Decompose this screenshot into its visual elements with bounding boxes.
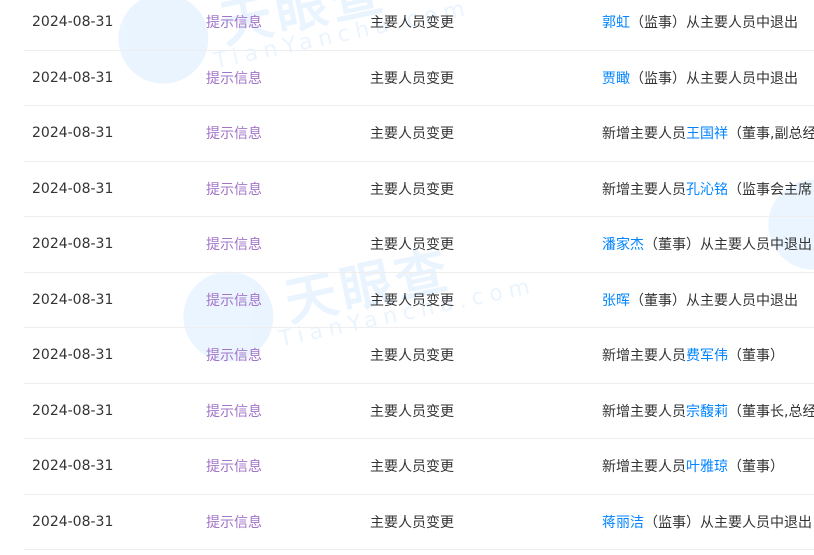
risk-level-label: 提示信息 (206, 292, 262, 309)
row-date: 2024-08-31 (32, 14, 114, 31)
change-type: 主要人员变更 (370, 126, 454, 143)
change-content: 郭虹（监事）从主要人员中退出 (602, 15, 798, 32)
risk-level-label: 提示信息 (206, 348, 262, 365)
risk-level-label: 提示信息 (206, 514, 262, 531)
change-content: 潘家杰（董事）从主要人员中退出 (602, 237, 812, 254)
change-type: 主要人员变更 (370, 403, 454, 420)
table-row: 2024-08-31 提示信息 主要人员变更 新增主要人员叶雅琼（董事） (24, 439, 814, 495)
person-link[interactable]: 蒋丽洁 (602, 515, 644, 531)
person-link[interactable]: 费军伟 (686, 348, 728, 364)
risk-level-label: 提示信息 (206, 237, 262, 254)
change-type: 主要人员变更 (370, 459, 454, 476)
table-row: 2024-08-31 提示信息 主要人员变更 潘家杰（董事）从主要人员中退出 (24, 217, 814, 273)
row-date: 2024-08-31 (32, 402, 114, 419)
change-content: 蒋丽洁（监事）从主要人员中退出 (602, 514, 812, 531)
change-type: 主要人员变更 (370, 348, 454, 365)
change-type: 主要人员变更 (370, 15, 454, 32)
change-content: 新增主要人员叶雅琼（董事） (602, 459, 784, 476)
risk-level-label: 提示信息 (206, 126, 262, 143)
table-row: 2024-08-31 提示信息 主要人员变更 贾瞰（监事）从主要人员中退出 (24, 51, 814, 106)
risk-level-label: 提示信息 (206, 15, 262, 32)
change-type: 主要人员变更 (370, 70, 454, 87)
row-date: 2024-08-31 (32, 458, 114, 475)
person-link[interactable]: 宗馥莉 (686, 404, 728, 420)
table-row: 2024-08-31 提示信息 主要人员变更 新增主要人员孔沁铭（监事会主席 (24, 162, 814, 217)
change-type: 主要人员变更 (370, 292, 454, 309)
person-link[interactable]: 贾瞰 (602, 71, 630, 87)
change-content: 新增主要人员王国祥（董事,副总经 (602, 126, 814, 143)
table-row: 2024-08-31 提示信息 主要人员变更 张晖（董事）从主要人员中退出 (24, 273, 814, 328)
row-date: 2024-08-31 (32, 180, 114, 197)
row-date: 2024-08-31 (32, 236, 114, 253)
change-record-list: 天眼查 TianYancha.com 天眼查 TianYancha.com 20… (0, 0, 814, 555)
change-type: 主要人员变更 (370, 514, 454, 531)
row-date: 2024-08-31 (32, 347, 114, 364)
risk-level-label: 提示信息 (206, 70, 262, 87)
risk-level-label: 提示信息 (206, 403, 262, 420)
table-row: 2024-08-31 提示信息 主要人员变更 蒋丽洁（监事）从主要人员中退出 (24, 495, 814, 550)
change-content: 贾瞰（监事）从主要人员中退出 (602, 70, 798, 87)
table-row: 2024-08-31 提示信息 主要人员变更 新增主要人员费军伟（董事） (24, 328, 814, 384)
row-date: 2024-08-31 (32, 125, 114, 142)
change-type: 主要人员变更 (370, 181, 454, 198)
table-row: 2024-08-31 提示信息 主要人员变更 新增主要人员宗馥莉（董事长,总经 (24, 384, 814, 439)
person-link[interactable]: 王国祥 (686, 126, 728, 142)
change-content: 新增主要人员孔沁铭（监事会主席 (602, 181, 812, 198)
row-date: 2024-08-31 (32, 291, 114, 308)
change-type: 主要人员变更 (370, 237, 454, 254)
person-link[interactable]: 张晖 (602, 293, 630, 309)
table-row: 2024-08-31 提示信息 主要人员变更 郭虹（监事）从主要人员中退出 (24, 0, 814, 51)
risk-level-label: 提示信息 (206, 181, 262, 198)
person-link[interactable]: 叶雅琼 (686, 459, 728, 475)
change-content: 新增主要人员宗馥莉（董事长,总经 (602, 403, 814, 420)
person-link[interactable]: 潘家杰 (602, 237, 644, 253)
change-content: 新增主要人员费军伟（董事） (602, 348, 784, 365)
person-link[interactable]: 郭虹 (602, 15, 630, 31)
row-date: 2024-08-31 (32, 513, 114, 530)
change-content: 张晖（董事）从主要人员中退出 (602, 292, 798, 309)
row-date: 2024-08-31 (32, 69, 114, 86)
table-row: 2024-08-31 提示信息 主要人员变更 新增主要人员王国祥（董事,副总经 (24, 106, 814, 162)
risk-level-label: 提示信息 (206, 459, 262, 476)
person-link[interactable]: 孔沁铭 (686, 182, 728, 198)
